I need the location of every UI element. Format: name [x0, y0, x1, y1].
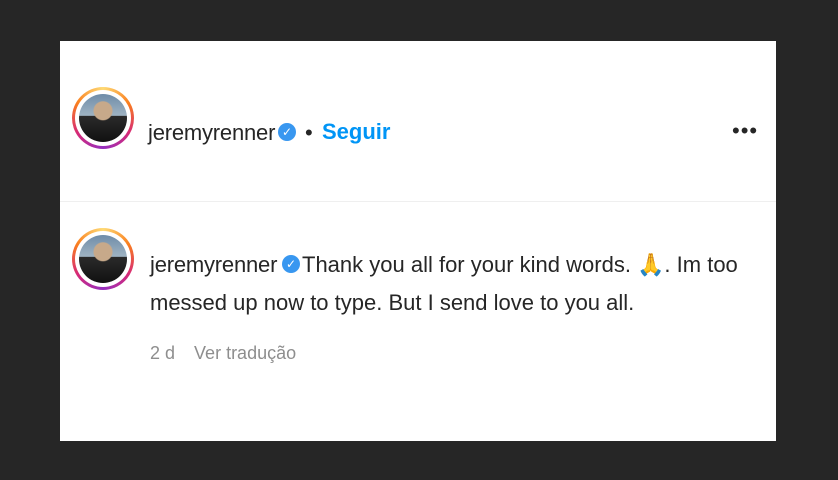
comment-text: Thank you all for your kind words. 🙏. Im…: [150, 246, 750, 322]
avatar-photo: [79, 235, 127, 283]
post-card: jeremyrenner ✓ • Seguir ••• jeremyrenner…: [60, 41, 776, 441]
post-header: jeremyrenner ✓ • Seguir •••: [60, 41, 776, 202]
follow-button[interactable]: Seguir: [322, 119, 390, 145]
see-translation-link[interactable]: Ver tradução: [194, 343, 296, 363]
comment-avatar[interactable]: [72, 228, 134, 290]
avatar[interactable]: [72, 87, 134, 149]
comment-meta: 2 d Ver tradução: [150, 343, 296, 364]
comment-timestamp: 2 d: [150, 343, 176, 363]
separator-dot: •: [305, 120, 313, 145]
more-options-icon[interactable]: •••: [732, 118, 758, 144]
verified-badge-icon: ✓: [278, 123, 296, 141]
avatar-photo: [79, 94, 127, 142]
post-username[interactable]: jeremyrenner: [148, 120, 275, 146]
comment-body: Thank you all for your kind words. 🙏. Im…: [150, 252, 738, 315]
